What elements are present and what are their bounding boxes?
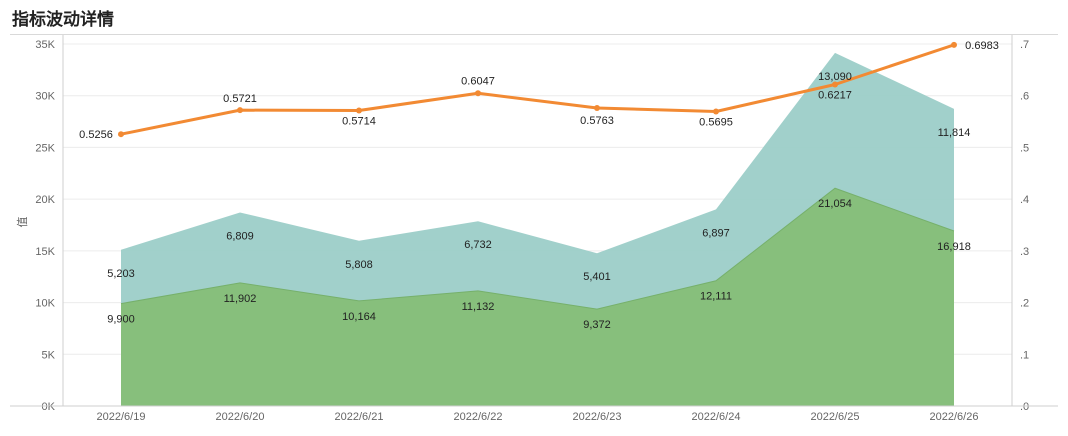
data-label-line: 0.5256 [79,129,113,141]
data-label-series-1: 11,902 [224,293,257,305]
y-left-tick-label: 20K [35,194,55,206]
y-right-tick-label: .5 [1020,142,1029,154]
data-label-series-2: 5,401 [583,271,611,283]
y-right-tick-label: .3 [1020,246,1029,258]
y-left-tick-label: 10K [35,298,55,310]
data-label-series-2: 11,814 [938,127,971,139]
data-label-series-1: 12,111 [700,291,732,303]
y-right-tick-label: .7 [1020,39,1029,51]
x-tick-label: 2022/6/23 [573,411,622,423]
data-label-line: 0.6983 [965,40,999,52]
line-point [951,41,957,48]
line-point [594,104,600,111]
y-left-tick-label: 35K [35,39,55,51]
y-axis-title: 值 [16,217,29,228]
line-point [356,107,362,114]
x-tick-label: 2022/6/21 [335,411,384,423]
y-left-tick-label: 25K [35,142,55,154]
data-label-line: 0.5763 [580,115,614,127]
data-label-line: 0.5695 [699,116,733,128]
x-tick-label: 2022/6/22 [454,411,503,423]
line-point [237,107,243,114]
data-label-series-2: 5,203 [107,268,135,280]
data-label-line: 0.5714 [342,116,376,128]
x-tick-label: 2022/6/26 [930,411,979,423]
data-label-series-1: 16,918 [937,241,971,253]
y-right-tick-label: .4 [1020,194,1029,206]
data-label-series-2: 6,732 [464,239,492,251]
x-tick-label: 2022/6/24 [692,411,741,423]
y-left-tick-label: 5K [42,349,56,361]
data-label-series-1: 21,054 [818,198,852,210]
line-point [713,108,719,115]
data-label-series-1: 9,900 [107,314,135,326]
data-label-series-2: 6,809 [226,230,254,242]
y-left-tick-label: 0K [42,401,56,413]
y-right-tick-label: .0 [1020,401,1029,413]
area-line-chart: 0K 5K 10K 15K 20K 25K 30K 35K .0 .1 .2 .3 .4 .5 .6 .7 20… [10,35,1058,423]
area-layer [120,52,955,406]
data-label-series-2: 5,808 [345,259,373,271]
y-right-tick-label: .6 [1020,91,1029,103]
data-label-series-2: 13,090 [818,71,852,83]
x-tick-label: 2022/6/20 [216,411,265,423]
line-point [475,90,481,97]
x-tick-label: 2022/6/25 [811,411,860,423]
data-label-line: 0.5721 [223,93,257,105]
data-label-line: 0.6217 [818,89,852,101]
data-label-series-1: 9,372 [583,319,611,331]
y-right-tick-label: .1 [1020,349,1029,361]
data-label-series-1: 11,132 [462,301,495,313]
x-tick-label: 2022/6/19 [97,411,146,423]
y-left-tick-label: 30K [35,91,55,103]
data-label-series-2: 6,897 [702,227,730,239]
data-label-series-1: 10,164 [342,311,376,323]
y-right-tick-label: .2 [1020,298,1029,310]
line-point [118,131,124,138]
y-left-tick-label: 15K [35,246,55,258]
data-label-line: 0.6047 [461,75,495,87]
